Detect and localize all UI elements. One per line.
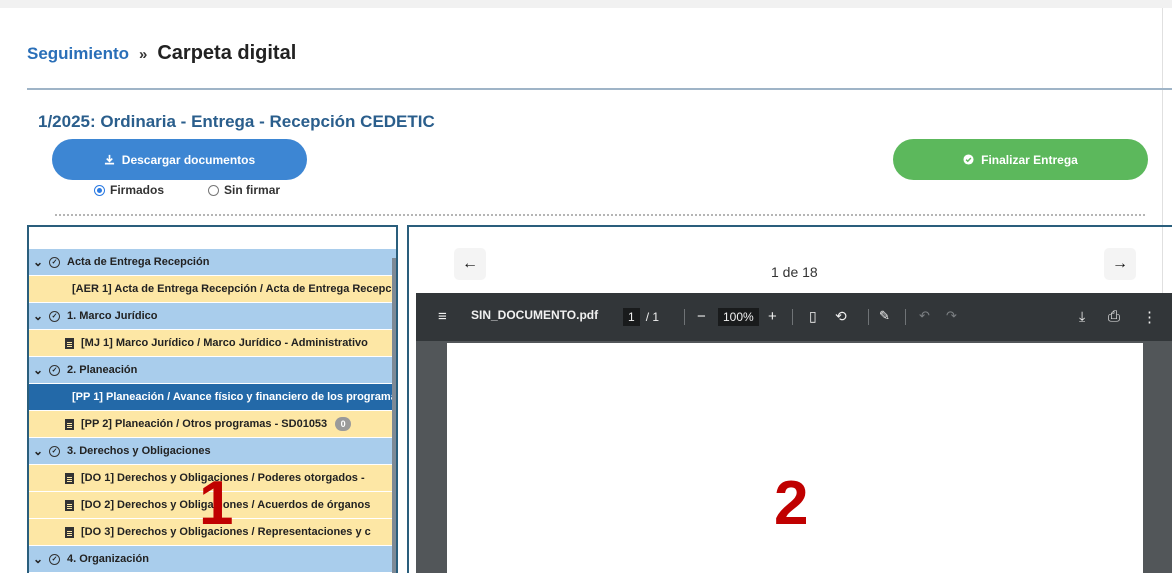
tree-document[interactable]: [PP 2] Planeación / Otros programas - SD… [29, 411, 396, 438]
panel-marker-1: 1 [199, 469, 234, 538]
breadcrumb: Seguimiento » Carpeta digital [27, 42, 296, 65]
tree-label: [PP 2] Planeación / Otros programas - SD… [81, 418, 328, 430]
zoom-in-button[interactable]: + [768, 308, 777, 325]
tree-label: 2. Planeación [67, 364, 138, 376]
arrow-right-icon: → [1112, 255, 1128, 272]
print-icon[interactable]: ⎙ [1108, 308, 1120, 325]
chevron-down-icon[interactable]: ⌄ [33, 444, 49, 458]
header-divider [27, 88, 1172, 90]
fit-page-icon[interactable]: ▯ [809, 308, 817, 325]
tree-label: 4. Organización [67, 553, 149, 565]
tree-label: [MJ 1] Marco Jurídico / Marco Jurídico -… [81, 337, 368, 349]
undo-icon[interactable]: ↶ [919, 308, 930, 324]
check-circle-icon: ✓ [49, 256, 60, 268]
file-icon [65, 526, 74, 538]
previous-page-button[interactable]: ← [454, 248, 486, 280]
redo-icon[interactable]: ↷ [946, 308, 957, 324]
tree-category[interactable]: ⌄ ✓ 1. Marco Jurídico [29, 303, 396, 330]
more-options-icon[interactable]: ⋮ [1142, 308, 1157, 326]
radio-signed-indicator[interactable] [94, 184, 105, 196]
count-badge: 0 [335, 417, 352, 431]
radio-unsigned-indicator[interactable] [208, 184, 220, 196]
page-title: Carpeta digital [157, 42, 297, 64]
rotate-icon[interactable]: ⟲ [835, 308, 847, 325]
chevron-down-icon[interactable]: ⌄ [33, 255, 49, 269]
tree-label: 3. Derechos y Obligaciones [67, 445, 211, 457]
pdf-page-input[interactable]: 1 [623, 308, 640, 326]
file-icon [65, 337, 74, 349]
zoom-input[interactable]: 100% [718, 308, 759, 326]
finish-delivery-button[interactable]: Finalizar Entrega [893, 139, 1148, 180]
chevron-down-icon[interactable]: ⌄ [33, 363, 49, 377]
tree-document[interactable]: [AER 1] Acta de Entrega Recepción / Acta… [29, 276, 396, 303]
breadcrumb-seguimiento-link[interactable]: Seguimiento [27, 44, 129, 64]
check-circle-icon: ✓ [49, 310, 60, 322]
download-icon [104, 154, 114, 165]
folder-title: 1/2025: Ordinaria - Entrega - Recepción … [38, 112, 435, 131]
tree-scrollbar[interactable] [392, 258, 396, 573]
tree-category[interactable]: ⌄ ✓ 4. Organización [29, 546, 396, 573]
check-circle-icon [963, 154, 974, 165]
chevron-down-icon[interactable]: ⌄ [33, 309, 49, 323]
toolbar-separator [905, 309, 906, 325]
file-icon [65, 472, 74, 484]
menu-icon[interactable]: ≡ [438, 308, 447, 325]
pdf-page-control: 1 / 1 [623, 308, 659, 326]
pdf-filename: SIN_DOCUMENTO.pdf [471, 308, 599, 322]
pdf-toolbar: ≡ SIN_DOCUMENTO.pdf 1 / 1 − 100% + ▯ ⟲ ✎… [416, 293, 1172, 341]
panel-marker-2: 2 [774, 469, 809, 538]
tree-category[interactable]: ⌄ ✓ 3. Derechos y Obligaciones [29, 438, 396, 465]
annotate-icon[interactable]: ✎ [879, 308, 890, 324]
tree-label: [AER 1] Acta de Entrega Recepción / Acta… [72, 283, 396, 295]
toolbar-separator [792, 309, 793, 325]
signature-filter: Firmados Sin firmar [94, 183, 280, 197]
tree-document[interactable]: [MJ 1] Marco Jurídico / Marco Jurídico -… [29, 330, 396, 357]
radio-unsigned-label: Sin firmar [224, 183, 281, 197]
tree-document-selected[interactable]: [PP 1] Planeación / Avance físico y fina… [29, 384, 396, 411]
check-circle-icon: ✓ [49, 553, 60, 565]
radio-unsigned[interactable]: Sin firmar [208, 183, 280, 197]
dotted-divider [55, 214, 1145, 216]
tree-label: Acta de Entrega Recepción [67, 256, 210, 268]
tree-category[interactable]: ⌄ ✓ Acta de Entrega Recepción [29, 249, 396, 276]
arrow-left-icon: ← [462, 255, 478, 272]
tree-label: 1. Marco Jurídico [67, 310, 158, 322]
zoom-out-button[interactable]: − [697, 308, 706, 325]
next-page-button[interactable]: → [1104, 248, 1136, 280]
download-icon[interactable]: ⤓ [1079, 308, 1085, 325]
zoom-level: 100% [718, 308, 759, 326]
check-circle-icon: ✓ [49, 364, 60, 376]
check-circle-icon: ✓ [49, 445, 60, 457]
toolbar-separator [868, 309, 869, 325]
radio-signed-label: Firmados [110, 183, 165, 197]
file-icon [65, 418, 74, 430]
download-documents-label: Descargar documentos [121, 152, 256, 167]
tree-label: [PP 1] Planeación / Avance físico y fina… [72, 391, 396, 403]
page: Seguimiento » Carpeta digital 1/2025: Or… [0, 8, 1172, 573]
finish-delivery-label: Finalizar Entrega [981, 152, 1078, 167]
pdf-page-total: / 1 [645, 310, 660, 324]
tree-category[interactable]: ⌄ ✓ 2. Planeación [29, 357, 396, 384]
file-icon [65, 499, 74, 511]
page-indicator: 1 de 18 [771, 264, 818, 280]
toolbar-separator [684, 309, 685, 325]
breadcrumb-separator: » [139, 46, 148, 63]
radio-signed[interactable]: Firmados [94, 183, 164, 197]
download-documents-button[interactable]: Descargar documentos [52, 139, 307, 180]
chevron-down-icon[interactable]: ⌄ [33, 552, 49, 566]
